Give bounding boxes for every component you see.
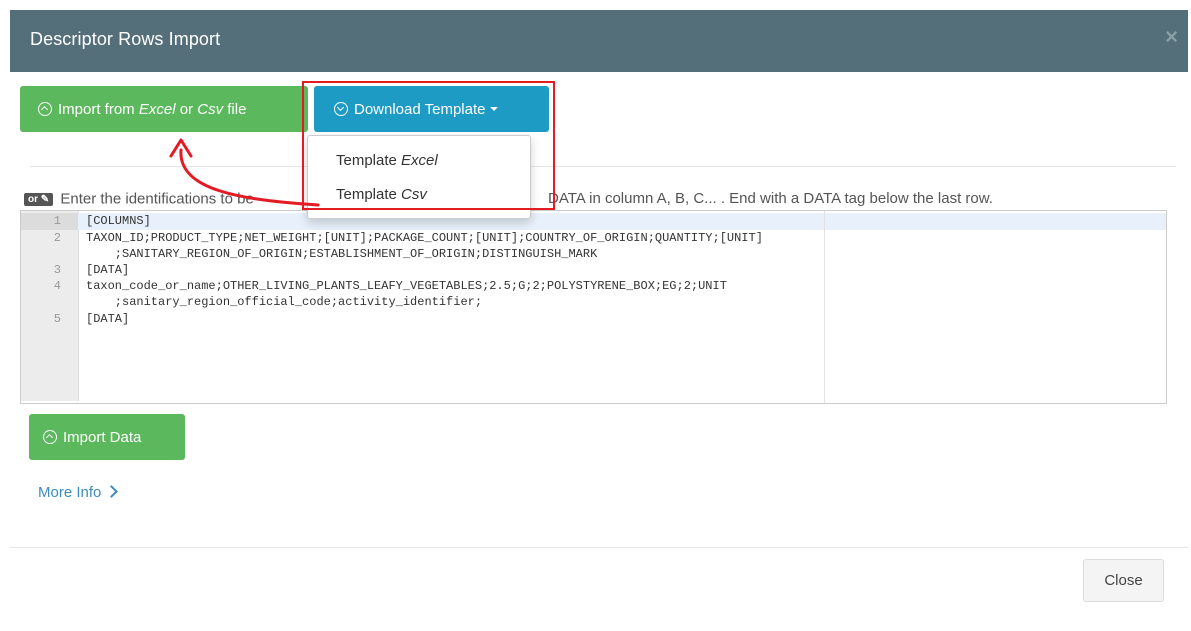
import-data-button[interactable]: Import Data xyxy=(29,414,185,460)
code-line-wrap: ;SANITARY_REGION_OF_ORIGIN;ESTABLISHMENT… xyxy=(86,247,598,261)
modal-title: Descriptor Rows Import xyxy=(30,29,221,49)
template-dropdown-menu: Template Excel Template Csv xyxy=(307,135,531,219)
import-file-prefix: Import from xyxy=(58,100,139,118)
download-template-label: Download Template xyxy=(354,100,486,118)
or-edit-badge[interactable]: or ✎ xyxy=(24,192,54,206)
more-info-link[interactable]: More Info xyxy=(38,484,119,501)
line-number: 1 xyxy=(53,214,61,228)
import-data-label: Import Data xyxy=(63,428,142,446)
line-number: 4 xyxy=(53,279,61,293)
caret-down-icon xyxy=(490,107,499,111)
modal-header: Descriptor Rows Import × xyxy=(10,10,1188,72)
menu-item-template-csv[interactable]: Template Csv xyxy=(336,186,427,203)
hint-text-left: Enter the identifications to be xyxy=(60,190,254,208)
chevron-right-icon xyxy=(105,485,119,498)
code-line: taxon_code_or_name;OTHER_LIVING_PLANTS_L… xyxy=(86,279,727,293)
import-file-suffix: file xyxy=(223,100,247,118)
code-line-wrap: ;sanitary_region_official_code;activity_… xyxy=(86,295,483,309)
times-icon[interactable]: × xyxy=(1165,26,1178,48)
code-line: [DATA] xyxy=(86,312,130,326)
divider-footer xyxy=(10,547,1188,548)
pencil-icon: ✎ xyxy=(40,193,50,205)
circle-arrow-down-icon xyxy=(334,102,348,116)
import-file-or: or xyxy=(175,100,198,118)
code-line: [COLUMNS] xyxy=(86,214,151,228)
import-file-excel: Excel xyxy=(138,100,176,118)
download-template-button[interactable]: Download Template xyxy=(314,86,549,132)
circle-arrow-up-icon xyxy=(38,102,52,116)
hint-text-right: DATA in column A, B, C... . End with a D… xyxy=(548,190,993,207)
print-margin xyxy=(824,211,825,403)
code-line: [DATA] xyxy=(86,263,130,277)
line-number: 5 xyxy=(53,312,61,326)
circle-arrow-up-icon xyxy=(43,430,57,444)
import-file-csv: Csv xyxy=(197,100,224,118)
line-number: 3 xyxy=(53,263,61,277)
menu-item-template-excel[interactable]: Template Excel xyxy=(336,152,438,169)
editor-hint: or ✎ Enter the identifications to be DAT… xyxy=(24,190,993,208)
divider-top xyxy=(30,166,1176,167)
code-line: TAXON_ID;PRODUCT_TYPE;NET_WEIGHT;[UNIT];… xyxy=(86,231,763,245)
import-file-button[interactable]: Import from Excel or Csv file xyxy=(20,86,308,132)
close-button[interactable]: Close xyxy=(1083,559,1164,602)
code-editor[interactable]: 1 [COLUMNS] 2 TAXON_ID;PRODUCT_TYPE;NET_… xyxy=(20,210,1167,404)
line-number: 2 xyxy=(53,231,61,245)
active-line-highlight xyxy=(21,213,1166,230)
